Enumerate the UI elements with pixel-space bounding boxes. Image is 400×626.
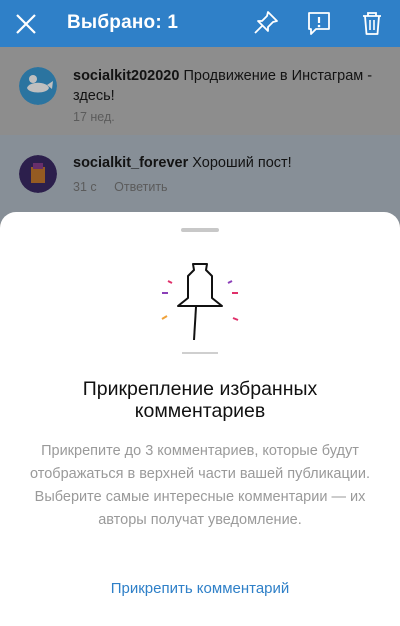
sheet-description: Прикрепите до 3 комментариев, которые бу… [30,443,370,528]
pin-icon[interactable] [251,8,281,38]
pin-comment-button[interactable]: Прикрепить комментарий [60,580,340,597]
trash-icon[interactable] [357,8,387,38]
illustration-divider [182,352,218,354]
selection-toolbar: Выбрано: 1 [0,0,400,47]
sheet-title: Прикрепление избранных комментариев [82,378,318,422]
report-icon[interactable] [304,8,334,38]
pin-comments-sheet: Прикрепление избранных комментариев Прик… [0,212,400,626]
pushpin-illustration-icon [161,263,239,341]
selection-count-title: Выбрано: 1 [67,12,179,33]
close-icon[interactable] [12,10,40,38]
sheet-drag-handle[interactable] [181,228,219,232]
